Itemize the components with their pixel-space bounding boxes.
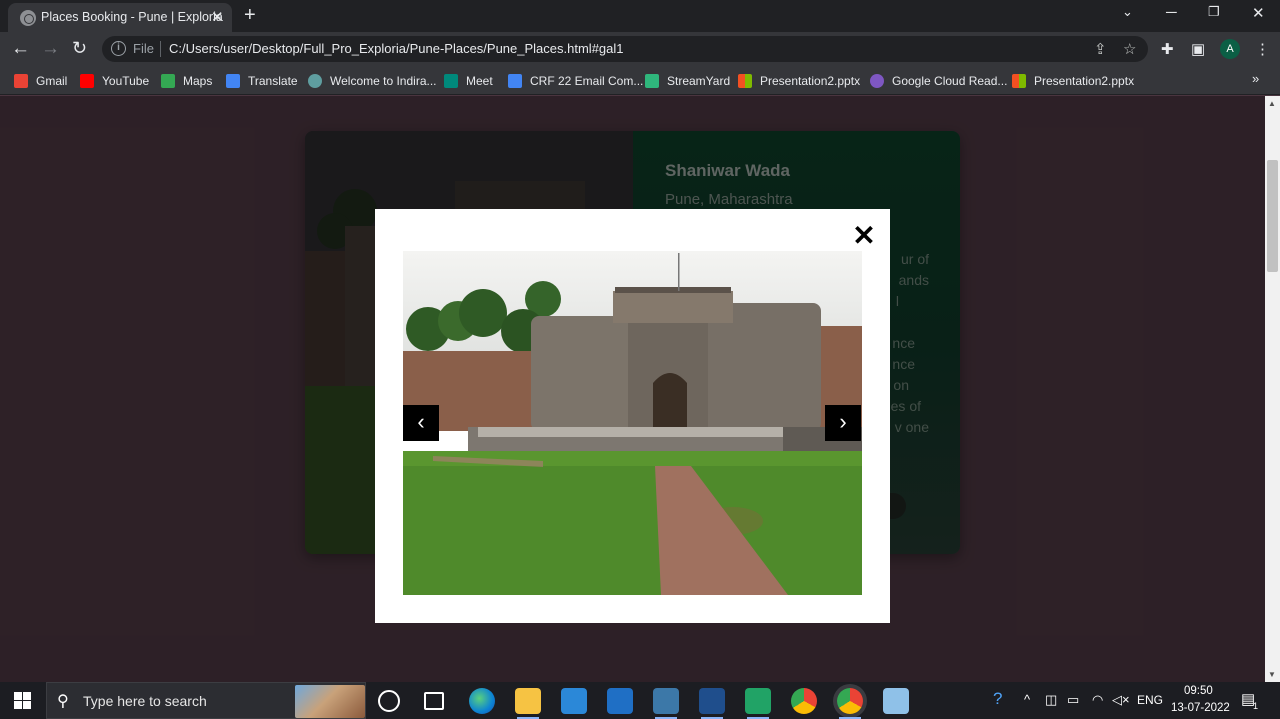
bookmark-meet[interactable]: Meet	[444, 72, 493, 90]
bookmark-presentation-1[interactable]: Presentation2.pptx	[738, 72, 860, 90]
battery-icon[interactable]: ▭	[1067, 692, 1079, 708]
mail-icon[interactable]	[607, 688, 633, 714]
shaniwar-wada-photo	[403, 251, 862, 595]
windows-taskbar: ⚲ Type here to search ? ^ ◫ ▭ ◠ ◁× ENG 0…	[0, 682, 1280, 719]
side-panel-icon[interactable]: ▣	[1191, 40, 1205, 58]
youtube-icon	[80, 74, 94, 88]
bookmark-presentation-2[interactable]: Presentation2.pptx	[1012, 72, 1134, 90]
docs-icon	[508, 74, 522, 88]
search-icon: ⚲	[57, 693, 69, 710]
page-scrollbar[interactable]: ▲ ▼	[1265, 96, 1280, 682]
volume-muted-icon[interactable]: ◁×	[1112, 692, 1130, 708]
close-lightbox-icon[interactable]: ✕	[851, 222, 877, 250]
browser-titlebar: Places Booking - Pune | Exploria ✕ + ⌄ ─…	[0, 0, 1280, 32]
streamyard-icon	[645, 74, 659, 88]
bookmark-translate[interactable]: Translate	[226, 72, 298, 90]
help-icon[interactable]: ?	[993, 689, 1002, 709]
back-icon[interactable]: ←	[11, 38, 30, 60]
bookmarks-bar: Gmail YouTube Maps Translate Welcome to …	[0, 66, 1280, 95]
chrome-active-icon[interactable]	[837, 688, 863, 719]
notepad-icon[interactable]	[745, 688, 771, 719]
bookmark-gmail[interactable]: Gmail	[14, 72, 67, 90]
menu-icon[interactable]: ⋮	[1255, 40, 1270, 58]
reload-icon[interactable]: ↻	[72, 38, 87, 59]
bookmark-youtube[interactable]: YouTube	[80, 72, 149, 90]
clock-date[interactable]: 13-07-2022	[1171, 702, 1230, 714]
microsoft-icon	[738, 74, 752, 88]
bookmark-crf-email[interactable]: CRF 22 Email Com...	[508, 72, 643, 90]
edge-icon[interactable]	[469, 688, 495, 714]
tab-title: Places Booking - Pune | Exploria	[41, 10, 223, 24]
scroll-up-icon[interactable]: ▲	[1268, 99, 1276, 108]
snipping-tool-icon[interactable]	[653, 688, 679, 719]
restore-icon[interactable]: ❐	[1208, 4, 1220, 20]
task-view-icon[interactable]	[424, 692, 444, 710]
scroll-down-icon[interactable]: ▼	[1268, 670, 1276, 679]
cortana-icon[interactable]	[378, 690, 400, 712]
info-icon[interactable]: i	[111, 41, 126, 56]
profile-avatar[interactable]: A	[1220, 39, 1240, 59]
tab-search-icon[interactable]: ⌄	[1122, 4, 1133, 20]
language-indicator[interactable]: ENG	[1137, 693, 1163, 707]
notes-app-icon[interactable]	[883, 688, 909, 714]
bookmark-welcome[interactable]: Welcome to Indira...	[308, 72, 437, 90]
microsoft-store-icon[interactable]	[561, 688, 587, 714]
wifi-icon[interactable]: ◠	[1092, 692, 1103, 708]
bookmark-star-icon[interactable]: ☆	[1123, 40, 1136, 58]
taskbar-search[interactable]: ⚲ Type here to search	[46, 682, 366, 719]
url-divider	[160, 41, 161, 57]
clock-time[interactable]: 09:50	[1184, 685, 1213, 697]
maps-icon	[161, 74, 175, 88]
site-icon	[308, 74, 322, 88]
microsoft-icon	[1012, 74, 1026, 88]
gmail-icon	[14, 74, 28, 88]
extensions-icon[interactable]: ✚	[1161, 40, 1174, 58]
windows-start-icon[interactable]	[14, 692, 31, 709]
bookmark-google-cloud[interactable]: Google Cloud Read...	[870, 72, 1007, 90]
translate-icon	[226, 74, 240, 88]
tab-close-icon[interactable]: ✕	[211, 8, 224, 26]
file-explorer-icon[interactable]	[515, 688, 541, 719]
vscode-icon[interactable]	[699, 688, 725, 719]
meet-now-icon[interactable]: ◫	[1045, 692, 1057, 708]
browser-tab[interactable]: Places Booking - Pune | Exploria ✕	[8, 3, 232, 32]
search-highlight-image	[295, 685, 365, 718]
chrome-icon[interactable]	[791, 688, 817, 714]
file-label: File	[133, 41, 154, 56]
minimize-icon[interactable]: ─	[1166, 4, 1177, 21]
share-icon[interactable]: ⇪	[1094, 40, 1107, 58]
url-text[interactable]: C:/Users/user/Desktop/Full_Pro_Exploria/…	[169, 41, 624, 56]
prev-image-button[interactable]: ‹	[403, 405, 439, 441]
cloud-icon	[870, 74, 884, 88]
address-bar[interactable]: i File C:/Users/user/Desktop/Full_Pro_Ex…	[102, 36, 1148, 62]
bookmark-maps[interactable]: Maps	[161, 72, 212, 90]
window-close-icon[interactable]: ✕	[1252, 4, 1265, 22]
gallery-lightbox: ✕ ‹ ›	[375, 209, 890, 623]
scroll-thumb[interactable]	[1267, 160, 1278, 272]
new-tab-button[interactable]: +	[244, 4, 256, 27]
search-placeholder: Type here to search	[83, 693, 207, 709]
next-image-button[interactable]: ›	[825, 405, 861, 441]
forward-icon[interactable]: →	[41, 38, 60, 60]
notification-count: 1	[1253, 701, 1259, 711]
globe-icon	[20, 10, 36, 26]
meet-icon	[444, 74, 458, 88]
browser-toolbar: ← → ↻ i File C:/Users/user/Desktop/Full_…	[0, 32, 1280, 66]
page-content: Shaniwar Wada Pune, Maharashtra ur of an…	[0, 96, 1265, 682]
show-hidden-icons[interactable]: ^	[1024, 692, 1030, 707]
bookmarks-more-icon[interactable]: »	[1252, 71, 1259, 86]
bookmark-streamyard[interactable]: StreamYard	[645, 72, 730, 90]
